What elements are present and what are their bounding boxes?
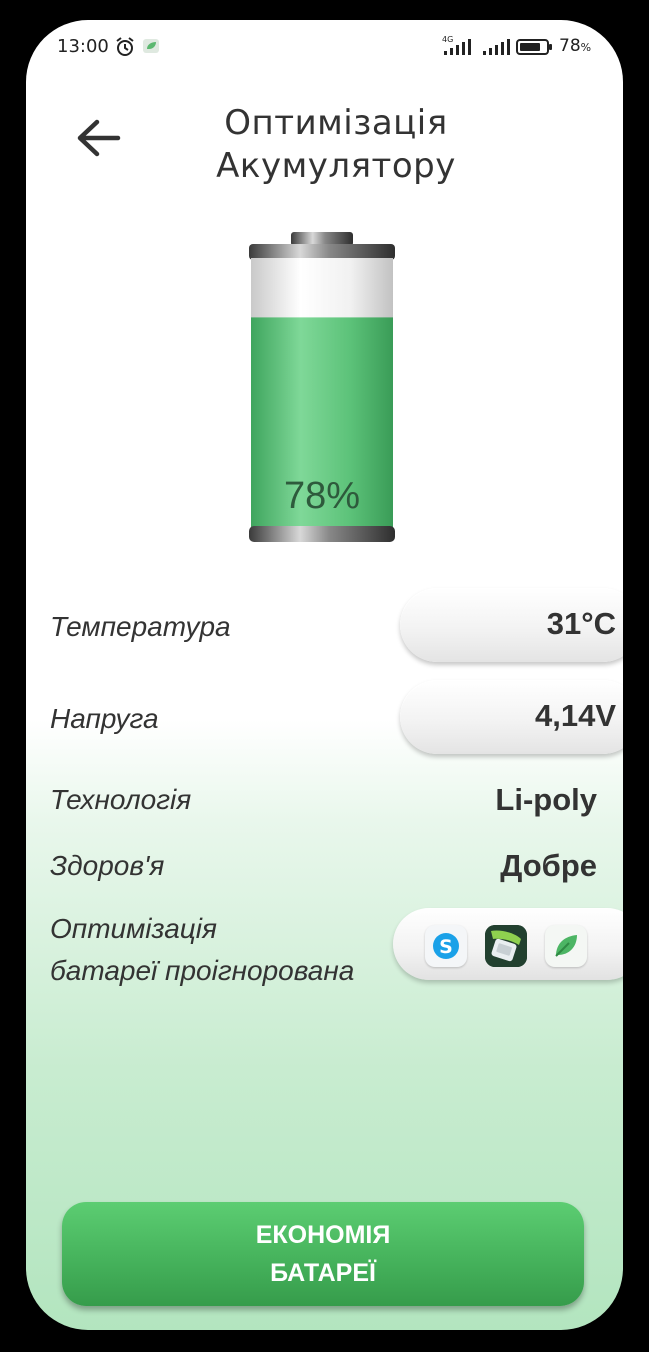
ignored-optimization-label: Оптимізація батареї проігнорована [50, 908, 354, 992]
health-value: Добре [500, 848, 597, 883]
technology-label: Технологія [50, 784, 192, 815]
signal-icon [482, 38, 512, 60]
phone-screen: 13:00 4G 78% Оптимізація Акумулятору 78%… [26, 20, 623, 1330]
status-bar: 13:00 4G 78% [26, 20, 623, 70]
page-title-line2: Акумулятору [216, 146, 456, 186]
temperature-value: 31°C [546, 606, 616, 641]
voltage-value: 4,14V [534, 698, 616, 733]
battery-percent-label: 78% [283, 475, 361, 517]
skype-icon[interactable]: S [425, 925, 467, 967]
health-label: Здоров'я [50, 850, 165, 881]
back-button[interactable] [70, 110, 126, 166]
battery-icon [516, 38, 554, 60]
page-title-line1: Оптимізація [224, 103, 448, 143]
arrow-left-icon [77, 119, 121, 157]
status-battery-value: 78 [559, 36, 581, 56]
voltage-pill: 4,14V [400, 680, 623, 754]
notification-app-icon [142, 38, 160, 58]
leaf-app-icon[interactable] [545, 925, 587, 967]
page-title: Оптимізація Акумулятору [146, 102, 526, 188]
status-battery-percent: 78% [559, 36, 591, 56]
svg-text:S: S [439, 936, 453, 958]
technology-value: Li-poly [495, 782, 597, 817]
battery-economy-button[interactable]: ЕКОНОМІЯ БАТАРЕЇ [62, 1202, 584, 1306]
alarm-icon [114, 36, 136, 62]
signal-4g-icon: 4G [440, 34, 476, 62]
charger-app-icon[interactable] [485, 925, 527, 967]
status-battery-sign: % [580, 41, 592, 54]
ignored-apps-list[interactable]: S [393, 908, 623, 980]
ignored-label-line1: Оптимізація [50, 913, 217, 944]
svg-text:4G: 4G [442, 35, 453, 44]
ignored-label-line2: батареї проігнорована [50, 955, 355, 986]
voltage-label: Напруга [50, 703, 159, 734]
battery-economy-label: ЕКОНОМІЯ БАТАРЕЇ [255, 1221, 391, 1287]
status-time: 13:00 [57, 36, 109, 57]
temperature-label: Температура [50, 611, 231, 642]
temperature-pill: 31°C [400, 588, 623, 662]
